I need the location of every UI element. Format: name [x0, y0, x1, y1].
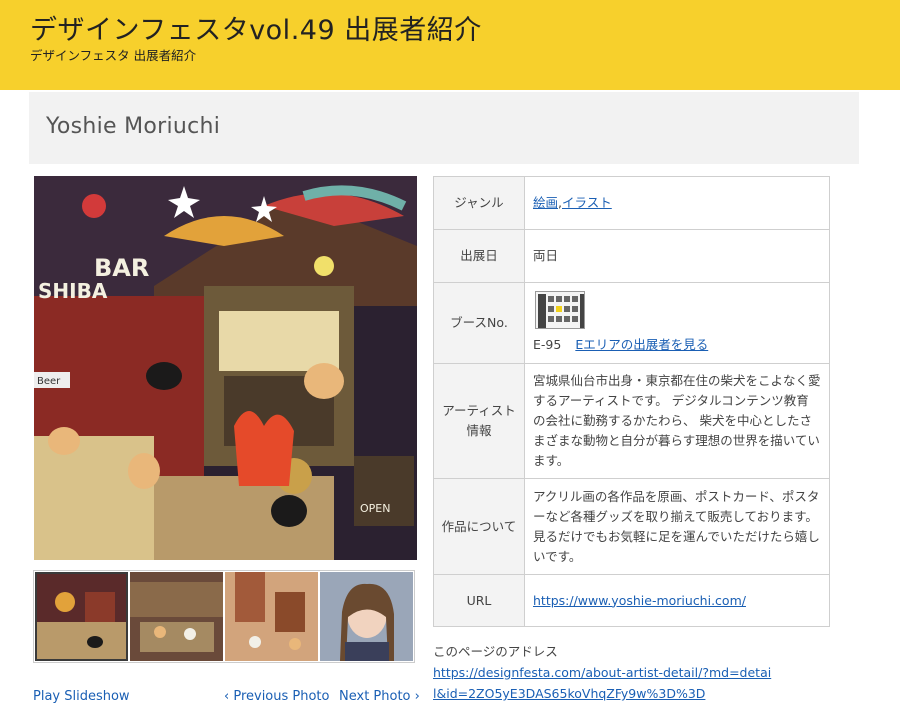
area-exhibitors-link[interactable]: Eエリアの出展者を見る [575, 335, 708, 355]
table-row: URL https://www.yoshie-moriuchi.com/ [433, 574, 830, 627]
thumbnail-strip [33, 570, 415, 663]
artist-name: Yoshie Moriuchi [46, 114, 221, 139]
table-row: 出展日 両日 [433, 229, 830, 283]
svg-text:Beer: Beer [37, 376, 61, 387]
works-value: アクリル画の各作品を原画、ポストカード、ポスターなど各種グッズを取り揃えて販売し… [524, 478, 830, 575]
thumbnail-4[interactable] [320, 572, 413, 661]
table-row: ブースNo. E-95 Eエリアの出展者を見る [433, 282, 830, 364]
page-title: デザインフェスタvol.49 出展者紹介 [30, 15, 482, 46]
artist-info-label: アーティスト情報 [433, 363, 525, 479]
previous-photo-button[interactable]: ‹ Previous Photo [224, 689, 330, 704]
date-label: 出展日 [433, 229, 525, 283]
booth-number: E-95 [533, 337, 562, 352]
thumbnail-3[interactable] [225, 572, 318, 661]
table-row: 作品について アクリル画の各作品を原画、ポストカード、ポスターなど各種グッズを取… [433, 478, 830, 575]
page-address-link[interactable]: https://designfesta.com/about-artist-det… [433, 662, 773, 704]
works-label: 作品について [433, 478, 525, 575]
next-photo-button[interactable]: Next Photo › [339, 689, 420, 704]
date-value: 両日 [524, 229, 830, 283]
page-address-label: このページのアドレス [433, 644, 558, 659]
booth-label: ブースNo. [433, 282, 525, 364]
artist-name-bar: Yoshie Moriuchi [29, 92, 859, 164]
genre-label: ジャンル [433, 176, 525, 230]
genre-link-painting[interactable]: 絵画 [533, 195, 558, 210]
artist-info-table: ジャンル 絵画,イラスト 出展日 両日 ブースNo. E-95 Eエリアの出展者… [433, 176, 830, 627]
svg-text:SHIBA: SHIBA [38, 279, 108, 303]
thumbnail-2[interactable] [130, 572, 223, 661]
site-header: デザインフェスタvol.49 出展者紹介 デザインフェスタ 出展者紹介 [0, 0, 900, 90]
url-value: https://www.yoshie-moriuchi.com/ [524, 574, 830, 627]
play-slideshow-button[interactable]: Play Slideshow [33, 689, 130, 704]
artist-website-link[interactable]: https://www.yoshie-moriuchi.com/ [533, 593, 746, 608]
table-row: ジャンル 絵画,イラスト [433, 176, 830, 230]
artwork-bar-shiba-image: BAR SHIBA OPEN Beer [34, 176, 417, 560]
main-artwork-image[interactable]: BAR SHIBA OPEN Beer [34, 176, 417, 560]
table-row: アーティスト情報 宮城県仙台市出身・東京都在住の柴犬をこよなく愛するアーティスト… [433, 363, 830, 479]
svg-text:OPEN: OPEN [360, 502, 390, 515]
artist-info-value: 宮城県仙台市出身・東京都在住の柴犬をこよなく愛するアーティストです。 デジタルコ… [524, 363, 830, 479]
genre-value: 絵画,イラスト [524, 176, 830, 230]
url-label: URL [433, 574, 525, 627]
thumbnail-1[interactable] [35, 572, 128, 661]
breadcrumb[interactable]: デザインフェスタ 出展者紹介 [30, 45, 196, 64]
booth-value: E-95 Eエリアの出展者を見る [524, 282, 830, 364]
booth-map-image[interactable] [535, 291, 585, 329]
genre-link-illustration[interactable]: イラスト [562, 195, 612, 210]
svg-text:BAR: BAR [94, 254, 149, 282]
